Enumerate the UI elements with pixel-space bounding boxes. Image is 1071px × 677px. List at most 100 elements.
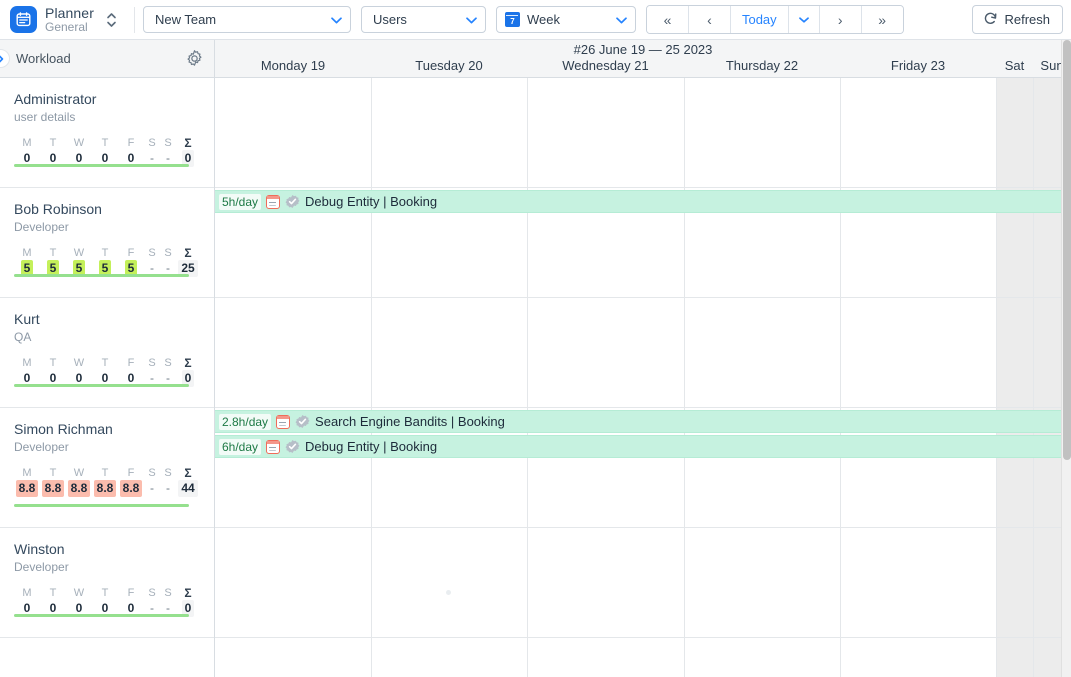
timeline-day-header: Tuesday 20 (415, 58, 483, 73)
sidebar-title: Workload (16, 51, 71, 66)
user-capacity-grid: M0T0W0T0F0S-S-Σ0 (14, 356, 200, 387)
grid-row-divider (215, 187, 1071, 188)
capacity-day-header: M (22, 137, 32, 149)
capacity-day-cell: T0 (92, 586, 118, 617)
capacity-bar (14, 504, 189, 507)
timeline-task-bar[interactable]: 5h/day Debug Entity | Booking (215, 190, 1071, 213)
capacity-day-header: S (164, 587, 172, 599)
nav-last-button[interactable]: » (861, 6, 903, 33)
capacity-day-cell: W0 (66, 356, 92, 387)
capacity-day-cell: F0 (118, 356, 144, 387)
chevron-up-down-icon[interactable] (104, 6, 120, 34)
capacity-day-header: W (73, 247, 85, 259)
nav-first-button[interactable]: « (646, 6, 689, 33)
capacity-day-cell: S- (144, 356, 160, 387)
capacity-day-cell: S- (144, 586, 160, 617)
refresh-button[interactable]: Refresh (972, 5, 1063, 34)
approved-check-icon (285, 194, 300, 209)
capacity-value: 8.8 (119, 480, 143, 497)
capacity-day-header: T (49, 467, 57, 479)
toolbar-divider (133, 6, 135, 33)
sidebar-header: Workload (0, 40, 214, 78)
capacity-day-header: M (22, 247, 32, 259)
capacity-sum-header: Σ (184, 586, 192, 600)
capacity-day-cell: T0 (40, 136, 66, 167)
capacity-sum-value: 44 (178, 480, 198, 497)
capacity-day-cell: S- (144, 136, 160, 167)
capacity-day-header: S (164, 137, 172, 149)
vertical-scrollbar-thumb[interactable] (1063, 40, 1071, 460)
capacity-day-cell: F 8.8 (118, 466, 144, 497)
chevron-right-icon[interactable] (0, 49, 10, 68)
capacity-sum-wrap: 44 (176, 480, 200, 497)
capacity-day-header: F (127, 357, 135, 369)
capacity-value: 8.8 (67, 480, 91, 497)
vertical-scrollbar[interactable] (1061, 40, 1071, 677)
date-navigation-group: « ‹ Today › » (645, 5, 904, 34)
capacity-day-header: W (73, 467, 85, 479)
capacity-day-header: S (164, 357, 172, 369)
capacity-day-cell: S- (160, 136, 176, 167)
nav-prev-button[interactable]: ‹ (688, 6, 731, 33)
sidebar-user-list: Administrator user details M 0 T 0 W 0 T 0 F 0 S - S - Σ… (0, 78, 214, 638)
timeline-task-bar[interactable]: 6h/day Debug Entity | Booking (215, 435, 1071, 458)
capacity-sum-cell: Σ0 (176, 356, 200, 387)
sidebar-user-row[interactable]: Bob Robinson Developer M 5 T 5 W 5 T 5 F 5 S - S - Σ 25 (0, 188, 214, 298)
view-mode-select[interactable]: 7 Week (495, 6, 636, 33)
sidebar-user-row[interactable]: Administrator user details M 0 T 0 W 0 T 0 F 0 S - S - Σ… (0, 78, 214, 188)
timeline-task-bar[interactable]: 2.8h/day Search Engine Bandits | Booking (215, 410, 1071, 433)
team-select-label: New Team (154, 12, 217, 27)
capacity-day-header: T (101, 357, 109, 369)
users-select[interactable]: Users (360, 6, 486, 33)
priority-card-icon (276, 414, 291, 429)
grid-column-divider (527, 78, 528, 677)
capacity-sum-header: Σ (184, 246, 192, 260)
chevron-down-icon (331, 12, 342, 27)
sidebar-user-row[interactable]: Winston Developer M 0 T 0 W 0 T 0 F 0 S - S - Σ 0 (0, 528, 214, 638)
nav-today-button[interactable]: Today (730, 6, 789, 33)
capacity-day-cell: S- (144, 466, 160, 497)
user-role: Developer (14, 560, 69, 574)
sidebar-user-row[interactable]: Kurt QA M 0 T 0 W 0 T 0 F 0 S - S - Σ 0 (0, 298, 214, 408)
capacity-day-header: F (127, 247, 135, 259)
chevron-down-icon (616, 12, 627, 27)
timeline-header: #26 June 19 — 25 2023 Monday 19 Tuesday 2… (215, 40, 1071, 78)
nav-today-dropdown-icon[interactable] (788, 6, 820, 33)
capacity-sum-header: Σ (184, 136, 192, 150)
capacity-day-cell: T 8.8 (40, 466, 66, 497)
capacity-day-header: T (101, 137, 109, 149)
capacity-day-cell: S- (160, 356, 176, 387)
capacity-day-header: S (148, 357, 156, 369)
capacity-bar (14, 614, 189, 617)
cell-hover-marker (446, 590, 451, 595)
gear-icon[interactable] (185, 49, 204, 68)
capacity-day-cell: T0 (40, 586, 66, 617)
grid-row-divider (215, 407, 1071, 408)
user-role: Developer (14, 220, 69, 234)
user-capacity-grid: M0T0W0T0F0S-S-Σ0 (14, 136, 200, 167)
grid-column-divider (371, 78, 372, 677)
capacity-day-header: T (101, 247, 109, 259)
nav-next-button[interactable]: › (819, 6, 862, 33)
capacity-value-wrap: - (144, 480, 160, 497)
user-role: user details (14, 110, 76, 124)
timeline-day-header: Wednesday 21 (562, 58, 649, 73)
app-brand[interactable]: Planner General (10, 6, 130, 34)
capacity-day-header: F (127, 137, 135, 149)
sidebar-user-row[interactable]: Simon Richman Developer M 8.8 T 8.8 W 8.8 T 8.8 F 8… (0, 408, 214, 528)
capacity-day-cell: M0 (14, 586, 40, 617)
brand-subtitle: General (45, 19, 88, 34)
capacity-value: - (150, 481, 154, 495)
capacity-day-cell: T5 (92, 246, 118, 277)
brand-title: Planner (45, 4, 94, 21)
capacity-sum-header: Σ (184, 356, 192, 370)
capacity-value: 8.8 (93, 480, 117, 497)
capacity-sum-header: Σ (184, 466, 192, 480)
capacity-day-header: S (148, 247, 156, 259)
team-select[interactable]: New Team (142, 6, 351, 33)
timeline-grid: 5h/day Debug Entity | Booking 2.8h/day Sear… (215, 78, 1071, 677)
capacity-day-header: M (22, 467, 32, 479)
capacity-value-wrap: 8.8 (92, 480, 118, 497)
capacity-value-wrap: 8.8 (14, 480, 40, 497)
capacity-day-cell: W5 (66, 246, 92, 277)
